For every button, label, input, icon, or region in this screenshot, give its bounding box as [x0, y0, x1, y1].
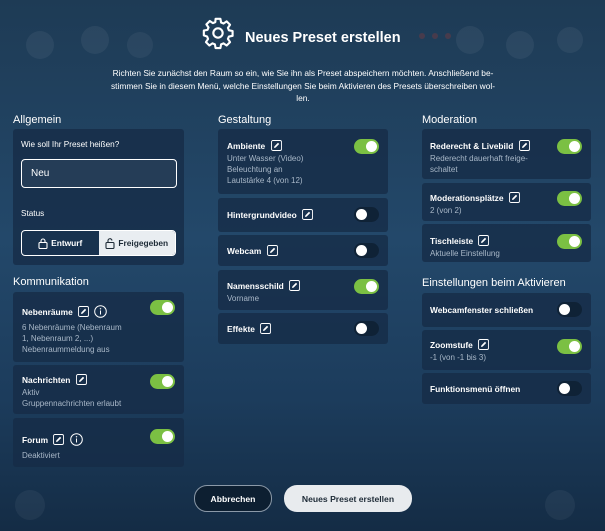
setting-hintergrundvideo-label: Hintergrundvideo [227, 209, 314, 220]
pencil-icon[interactable] [266, 245, 278, 256]
setting-nachrichten-details: Aktiv Gruppennachrichten erlaubt [22, 388, 122, 408]
setting-nebenraeume-details: 6 Nebenräume (Nebenraum 1, Nebenraum 2, … [22, 323, 122, 354]
setting-nachrichten-label: Nachrichten [22, 374, 87, 385]
info-icon[interactable] [94, 305, 108, 318]
toggle-nachrichten[interactable] [150, 374, 175, 389]
pencil-icon[interactable] [270, 140, 282, 151]
pencil-icon[interactable] [302, 209, 314, 220]
status-draft-button[interactable]: Entwurf [22, 231, 99, 255]
setting-rederecht-details: Rederecht dauerhaft freige- schaltet [430, 154, 528, 174]
toggle-moderationsplaetze[interactable] [557, 191, 582, 206]
create-preset-button[interactable]: Neues Preset erstellen [284, 485, 412, 512]
pencil-icon[interactable] [75, 374, 87, 385]
pencil-icon[interactable] [260, 323, 272, 334]
section-moderation-title: Moderation [422, 114, 478, 126]
toggle-hintergrundvideo[interactable] [354, 207, 379, 222]
section-aktivieren-title: Einstellungen beim Aktivieren [422, 277, 566, 289]
section-allgemein-title: Allgemein [13, 114, 62, 126]
toggle-nebenraeume[interactable] [150, 300, 175, 315]
setting-moderationsplaetze-label: Moderationsplätze [430, 192, 520, 203]
setting-tischleiste-details: Aktuelle Einstellung [430, 249, 500, 258]
setting-namensschild-details: Vorname [227, 294, 260, 303]
setting-ambiente-details: Unter Wasser (Video) Beleuchtung an Laut… [227, 154, 304, 185]
dialog-intro: Richten Sie zunächst den Raum so ein, wi… [110, 68, 496, 104]
setting-rederecht-label: Rederecht & Livebild [430, 140, 530, 151]
toggle-effekte[interactable] [354, 321, 379, 336]
setting-webcamfenster-label: Webcamfenster schließen [430, 305, 534, 315]
pencil-icon[interactable] [78, 306, 90, 317]
preset-name-input[interactable] [21, 159, 177, 188]
setting-nebenraeume-label: Nebenräume [22, 305, 108, 318]
preset-name-question: Wie soll Ihr Preset heißen? [21, 140, 120, 149]
setting-namensschild-label: Namensschild [227, 280, 301, 291]
cancel-button[interactable]: Abbrechen [194, 485, 272, 512]
pencil-icon[interactable] [53, 434, 65, 445]
setting-zoomstufe-details: -1 (von -1 bis 3) [430, 353, 487, 362]
pencil-icon[interactable] [289, 280, 301, 291]
setting-webcam-label: Webcam [227, 245, 278, 256]
status-label: Status [21, 209, 45, 218]
toggle-ambiente[interactable] [354, 139, 379, 154]
toggle-zoomstufe[interactable] [557, 339, 582, 354]
toggle-webcam[interactable] [354, 243, 379, 258]
section-gestaltung-title: Gestaltung [218, 114, 272, 126]
status-segmented-control: Entwurf Freigegeben [21, 230, 176, 256]
pencil-icon[interactable] [478, 339, 490, 350]
dialog-title: Neues Preset erstellen [245, 30, 401, 46]
toggle-webcamfenster[interactable] [557, 302, 582, 317]
setting-zoomstufe-label: Zoomstufe [430, 339, 490, 350]
setting-forum-label: Forum [22, 433, 83, 446]
toggle-forum[interactable] [150, 429, 175, 444]
setting-effekte-label: Effekte [227, 323, 272, 334]
setting-ambiente-label: Ambiente [227, 140, 282, 151]
lock-icon [38, 237, 48, 249]
unlock-icon [105, 237, 115, 249]
setting-forum-details: Deaktiviert [22, 451, 60, 460]
setting-tischleiste-label: Tischleiste [430, 235, 490, 246]
section-kommunikation-title: Kommunikation [13, 276, 89, 288]
toggle-rederecht[interactable] [557, 139, 582, 154]
pencil-icon[interactable] [518, 140, 530, 151]
info-icon[interactable] [69, 433, 83, 446]
pencil-icon[interactable] [478, 235, 490, 246]
setting-funktionsmenue-label: Funktionsmenü öffnen [430, 384, 521, 394]
setting-moderationsplaetze-details: 2 (von 2) [430, 206, 462, 215]
toggle-namensschild[interactable] [354, 279, 379, 294]
gear-icon [202, 17, 234, 50]
toggle-tischleiste[interactable] [557, 234, 582, 249]
pencil-icon[interactable] [508, 192, 520, 203]
status-released-button[interactable]: Freigegeben [98, 231, 175, 255]
toggle-funktionsmenue[interactable] [557, 381, 582, 396]
